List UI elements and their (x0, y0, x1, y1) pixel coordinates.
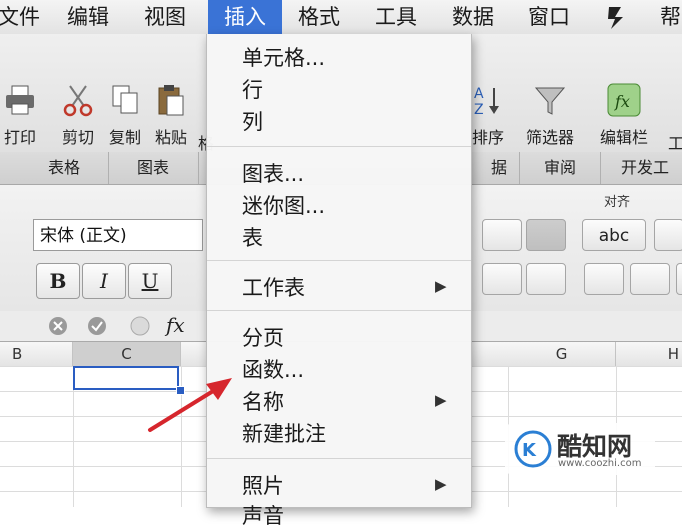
watermark-url: www.coozhi.com (558, 458, 642, 469)
sort-icon: A Z (474, 86, 499, 118)
menu-item-chart[interactable]: 图表... (242, 158, 304, 188)
menu-item-function[interactable]: 函数... (242, 354, 304, 384)
toolbar-partial-button[interactable]: 工 (668, 82, 682, 154)
fx-icon: fx (607, 83, 641, 117)
column-header-c[interactable]: C (73, 342, 181, 366)
submenu-arrow-icon: ▶ (435, 475, 447, 493)
column-header-h[interactable]: H (616, 342, 682, 366)
column-header-g[interactable]: G (508, 342, 616, 366)
alignment-group-label: 对齐 (604, 195, 631, 210)
underline-button[interactable]: U (128, 263, 172, 299)
svg-text:Z: Z (474, 102, 484, 118)
fx-label[interactable]: fx (166, 313, 185, 337)
align-right-button[interactable] (526, 263, 566, 295)
tab-tables[interactable]: 表格 (20, 152, 109, 184)
font-name-field[interactable]: 宋体 (正文) (33, 219, 203, 251)
menu-item-name[interactable]: 名称 (242, 386, 284, 416)
paste-label: 粘贴 (154, 128, 187, 147)
menu-item-photo[interactable]: 照片 (242, 470, 284, 500)
scissors-icon (63, 85, 93, 117)
submenu-arrow-icon: ▶ (435, 277, 447, 295)
copy-label: 复制 (108, 128, 141, 147)
wrap-text-button[interactable]: abc (582, 219, 646, 251)
menu-insert[interactable]: 插入 (208, 0, 282, 34)
increase-indent-button[interactable] (630, 263, 670, 295)
menu-format[interactable]: 格式 (298, 0, 340, 34)
menu-separator (207, 260, 471, 261)
svg-text:fx: fx (614, 92, 630, 111)
formula-builder-button[interactable]: fx 编辑栏 (600, 82, 648, 148)
fill-handle[interactable] (176, 386, 185, 395)
sort-button[interactable]: A Z 排序 (470, 82, 506, 148)
sort-label: 排序 (471, 128, 504, 147)
menu-item-sparklines[interactable]: 迷你图... (242, 190, 325, 220)
cut-button[interactable]: 剪切 (60, 82, 96, 148)
menu-file[interactable]: 文件 (0, 0, 40, 34)
decrease-indent-button[interactable] (584, 263, 624, 295)
menu-edit[interactable]: 编辑 (67, 0, 109, 34)
svg-text:K: K (522, 440, 537, 461)
menu-help[interactable]: 帮 (660, 0, 681, 34)
toolbar-partial-label: 工 (668, 134, 682, 153)
bold-button[interactable]: B (36, 263, 80, 299)
paste-button[interactable]: 粘贴 (153, 82, 189, 148)
menu-item-columns[interactable]: 列 (242, 106, 263, 136)
ribbon-overflow-button[interactable] (676, 263, 682, 295)
filter-button[interactable]: 筛选器 (526, 82, 574, 148)
tab-charts[interactable]: 图表 (108, 152, 199, 184)
menu-data[interactable]: 数据 (452, 0, 494, 34)
menu-separator (207, 310, 471, 311)
insert-menu-dropdown: 单元格... 行 列 图表... 迷你图... 表 工作表 ▶ 分页 函数...… (206, 34, 472, 528)
merge-button[interactable] (654, 219, 682, 251)
print-button[interactable]: 打印 (2, 82, 38, 148)
italic-button[interactable]: I (82, 263, 126, 299)
column-header-b[interactable]: B (0, 342, 73, 366)
align-middle-button[interactable] (526, 219, 566, 251)
formula-bar-controls-icon (49, 316, 150, 336)
selected-cell[interactable] (73, 366, 179, 390)
script-menu-icon[interactable] (603, 3, 629, 31)
menu-item-sheet[interactable]: 工作表 (242, 272, 305, 302)
menu-item-rows[interactable]: 行 (242, 74, 263, 104)
watermark: K 酷知网 www.coozhi.com (505, 423, 655, 475)
tab-review[interactable]: 审阅 (520, 152, 601, 184)
align-center-button[interactable] (482, 263, 522, 295)
printer-icon (6, 85, 34, 115)
cut-label: 剪切 (61, 128, 94, 147)
menu-item-table[interactable]: 表 (242, 222, 263, 252)
menu-item-page-break[interactable]: 分页 (242, 322, 284, 352)
menu-window[interactable]: 窗口 (528, 0, 570, 34)
paste-icon (158, 85, 184, 116)
tab-developer[interactable]: 开发工 (600, 152, 682, 184)
menu-view[interactable]: 视图 (144, 0, 186, 34)
filter-label: 筛选器 (526, 128, 575, 147)
submenu-arrow-icon: ▶ (435, 391, 447, 409)
svg-text:A: A (474, 86, 484, 102)
formula-builder-label: 编辑栏 (600, 128, 649, 147)
menu-bar: 文件 编辑 视图 插入 格式 工具 数据 窗口 帮 (0, 0, 682, 35)
menu-separator (207, 146, 471, 147)
menu-item-cells[interactable]: 单元格... (242, 42, 325, 72)
coozhi-logo-icon: K (514, 430, 552, 468)
menu-item-new-comment[interactable]: 新建批注 (242, 418, 326, 448)
copy-icon (112, 85, 138, 114)
copy-button[interactable]: 复制 (107, 82, 143, 148)
print-label: 打印 (3, 128, 36, 147)
align-top-button[interactable] (482, 219, 522, 251)
menu-separator (207, 458, 471, 459)
menu-tools[interactable]: 工具 (375, 0, 417, 34)
filter-funnel-icon (534, 87, 566, 115)
menu-item-sound[interactable]: 声音 (242, 500, 284, 530)
